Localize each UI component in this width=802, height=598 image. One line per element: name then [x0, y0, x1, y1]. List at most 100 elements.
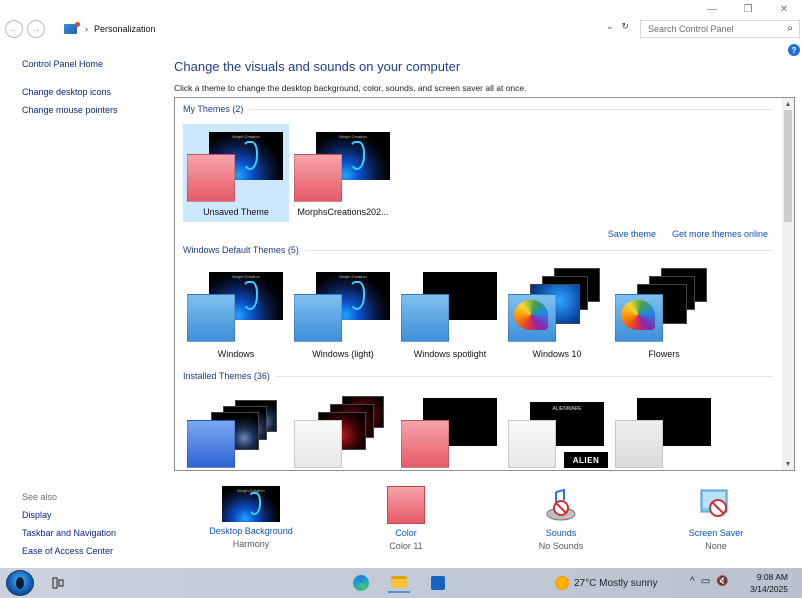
search-placeholder: Search Control Panel — [648, 24, 734, 34]
installed-theme-2[interactable] — [290, 392, 396, 470]
color-swatch — [401, 294, 449, 342]
sun-icon — [555, 576, 569, 590]
edge-icon[interactable] — [350, 573, 372, 593]
theme-unsaved[interactable]: Unsaved Theme — [183, 124, 289, 222]
search-icon[interactable]: ⌕ — [787, 23, 793, 34]
color-setting[interactable]: Color Color 11 — [331, 486, 481, 551]
theme-morphscreations[interactable]: MorphsCreations202... — [290, 124, 396, 222]
window-controls: — ❐ ✕ — [694, 0, 802, 18]
breadcrumb-personalization[interactable]: Personalization — [94, 24, 156, 34]
weather-widget[interactable]: 27°C Mostly sunny — [555, 576, 657, 590]
save-theme-link[interactable]: Save theme — [608, 229, 656, 239]
color-swatch — [187, 420, 235, 468]
start-button[interactable] — [6, 570, 34, 596]
clock[interactable]: 9:08 AM 3/14/2025 — [750, 571, 788, 595]
show-hidden-icons-icon[interactable]: ^ — [690, 576, 695, 587]
sounds-setting[interactable]: Sounds No Sounds — [486, 486, 636, 551]
themes-scrollbar[interactable]: ▲ ▼ — [782, 98, 794, 470]
desktop-background-label[interactable]: Desktop Background — [176, 526, 326, 536]
clock-date: 3/14/2025 — [750, 584, 788, 594]
desktop-background-setting[interactable]: Desktop Background Harmony — [176, 486, 326, 549]
scroll-down-icon[interactable]: ▼ — [782, 458, 794, 470]
installed-theme-3[interactable] — [397, 392, 503, 470]
search-input[interactable]: Search Control Panel ⌕ — [640, 20, 800, 38]
task-view-icon[interactable] — [52, 577, 64, 589]
scroll-thumb[interactable] — [784, 110, 792, 222]
page-title: Change the visuals and sounds on your co… — [174, 59, 461, 74]
system-tray: ^ ▭ 🔇 — [690, 576, 729, 587]
color-icon — [387, 486, 425, 524]
page-subtitle: Click a theme to change the desktop back… — [174, 83, 527, 93]
back-button[interactable]: ← — [5, 20, 23, 38]
close-button[interactable]: ✕ — [766, 0, 802, 18]
store-icon[interactable] — [427, 573, 449, 593]
file-explorer-icon[interactable] — [388, 573, 410, 593]
scroll-up-icon[interactable]: ▲ — [782, 98, 794, 110]
network-icon[interactable]: ▭ — [701, 576, 710, 587]
color-fan-icon — [514, 300, 548, 330]
desktop-background-icon — [222, 486, 280, 522]
address-dropdown-icon[interactable]: ⌄ — [606, 21, 614, 32]
theme-label: Windows — [217, 349, 255, 359]
theme-label: Windows 10 — [532, 349, 582, 359]
control-panel-icon — [64, 22, 80, 34]
display-link[interactable]: Display — [22, 506, 116, 524]
installed-themes-header: Installed Themes (36) — [183, 371, 773, 381]
color-swatch — [294, 154, 342, 202]
default-themes-label: Windows Default Themes (5) — [183, 245, 299, 255]
left-nav: Control Panel Home Change desktop icons … — [22, 55, 162, 119]
change-mouse-pointers-link[interactable]: Change mouse pointers — [22, 101, 162, 119]
screen-saver-icon — [697, 486, 735, 524]
installed-themes-label: Installed Themes (36) — [183, 371, 270, 381]
screen-saver-setting[interactable]: Screen Saver None — [641, 486, 791, 551]
weather-text: 27°C Mostly sunny — [574, 577, 658, 589]
refresh-icon[interactable]: ↻ — [622, 21, 630, 32]
alien-logo: ALIEN — [564, 452, 608, 468]
forward-button[interactable]: → — [27, 20, 45, 38]
address-bar: ← → › Personalization ⌄ ↻ Search Control… — [0, 18, 802, 40]
desktop-background-value: Harmony — [232, 539, 270, 549]
screen-saver-label[interactable]: Screen Saver — [641, 528, 791, 538]
my-themes-header: My Themes (2) — [183, 104, 773, 114]
see-also-heading: See also — [22, 492, 58, 502]
breadcrumb-separator: › — [85, 24, 88, 34]
clock-time: 9:08 AM — [756, 572, 788, 582]
theme-label: Flowers — [648, 349, 680, 359]
installed-theme-5[interactable] — [611, 392, 717, 470]
theme-windows-10[interactable]: Windows 10 — [504, 266, 610, 364]
help-icon[interactable]: ? — [788, 44, 800, 56]
change-desktop-icons-link[interactable]: Change desktop icons — [22, 83, 162, 101]
themes-panel: My Themes (2) Unsaved Theme MorphsCreati… — [174, 97, 795, 471]
theme-links: Save theme Get more themes online — [608, 229, 768, 239]
installed-theme-1[interactable] — [183, 392, 289, 470]
sounds-value: No Sounds — [538, 541, 584, 551]
volume-muted-icon[interactable]: 🔇 — [716, 576, 728, 587]
ease-of-access-link[interactable]: Ease of Access Center — [22, 542, 116, 560]
control-panel-home-link[interactable]: Control Panel Home — [22, 55, 162, 73]
theme-label: Windows spotlight — [413, 349, 487, 359]
theme-windows[interactable]: Windows — [183, 266, 289, 364]
installed-theme-alienware[interactable]: ALIENWARE ALIEN — [504, 392, 610, 470]
get-more-themes-link[interactable]: Get more themes online — [672, 229, 768, 239]
color-swatch — [508, 420, 556, 468]
my-themes-label: My Themes (2) — [183, 104, 244, 114]
theme-windows-spotlight[interactable]: Windows spotlight — [397, 266, 503, 364]
color-swatch — [187, 294, 235, 342]
color-value: Color 11 — [389, 541, 423, 551]
theme-label: MorphsCreations202... — [297, 207, 389, 217]
color-label[interactable]: Color — [331, 528, 481, 538]
sounds-icon — [542, 486, 580, 524]
color-swatch — [294, 294, 342, 342]
restore-button[interactable]: ❐ — [730, 0, 766, 18]
color-swatch — [294, 420, 342, 468]
taskbar-navigation-link[interactable]: Taskbar and Navigation — [22, 524, 116, 542]
sounds-label[interactable]: Sounds — [486, 528, 636, 538]
minimize-button[interactable]: — — [694, 0, 730, 18]
theme-label: Unsaved Theme — [203, 207, 269, 217]
theme-windows-light[interactable]: Windows (light) — [290, 266, 396, 364]
color-swatch — [615, 420, 663, 468]
see-also: See also Display Taskbar and Navigation … — [22, 488, 116, 560]
address-box[interactable]: › Personalization — [56, 20, 636, 38]
taskbar: 27°C Mostly sunny ^ ▭ 🔇 9:08 AM 3/14/202… — [0, 568, 802, 598]
theme-flowers[interactable]: Flowers — [611, 266, 717, 364]
